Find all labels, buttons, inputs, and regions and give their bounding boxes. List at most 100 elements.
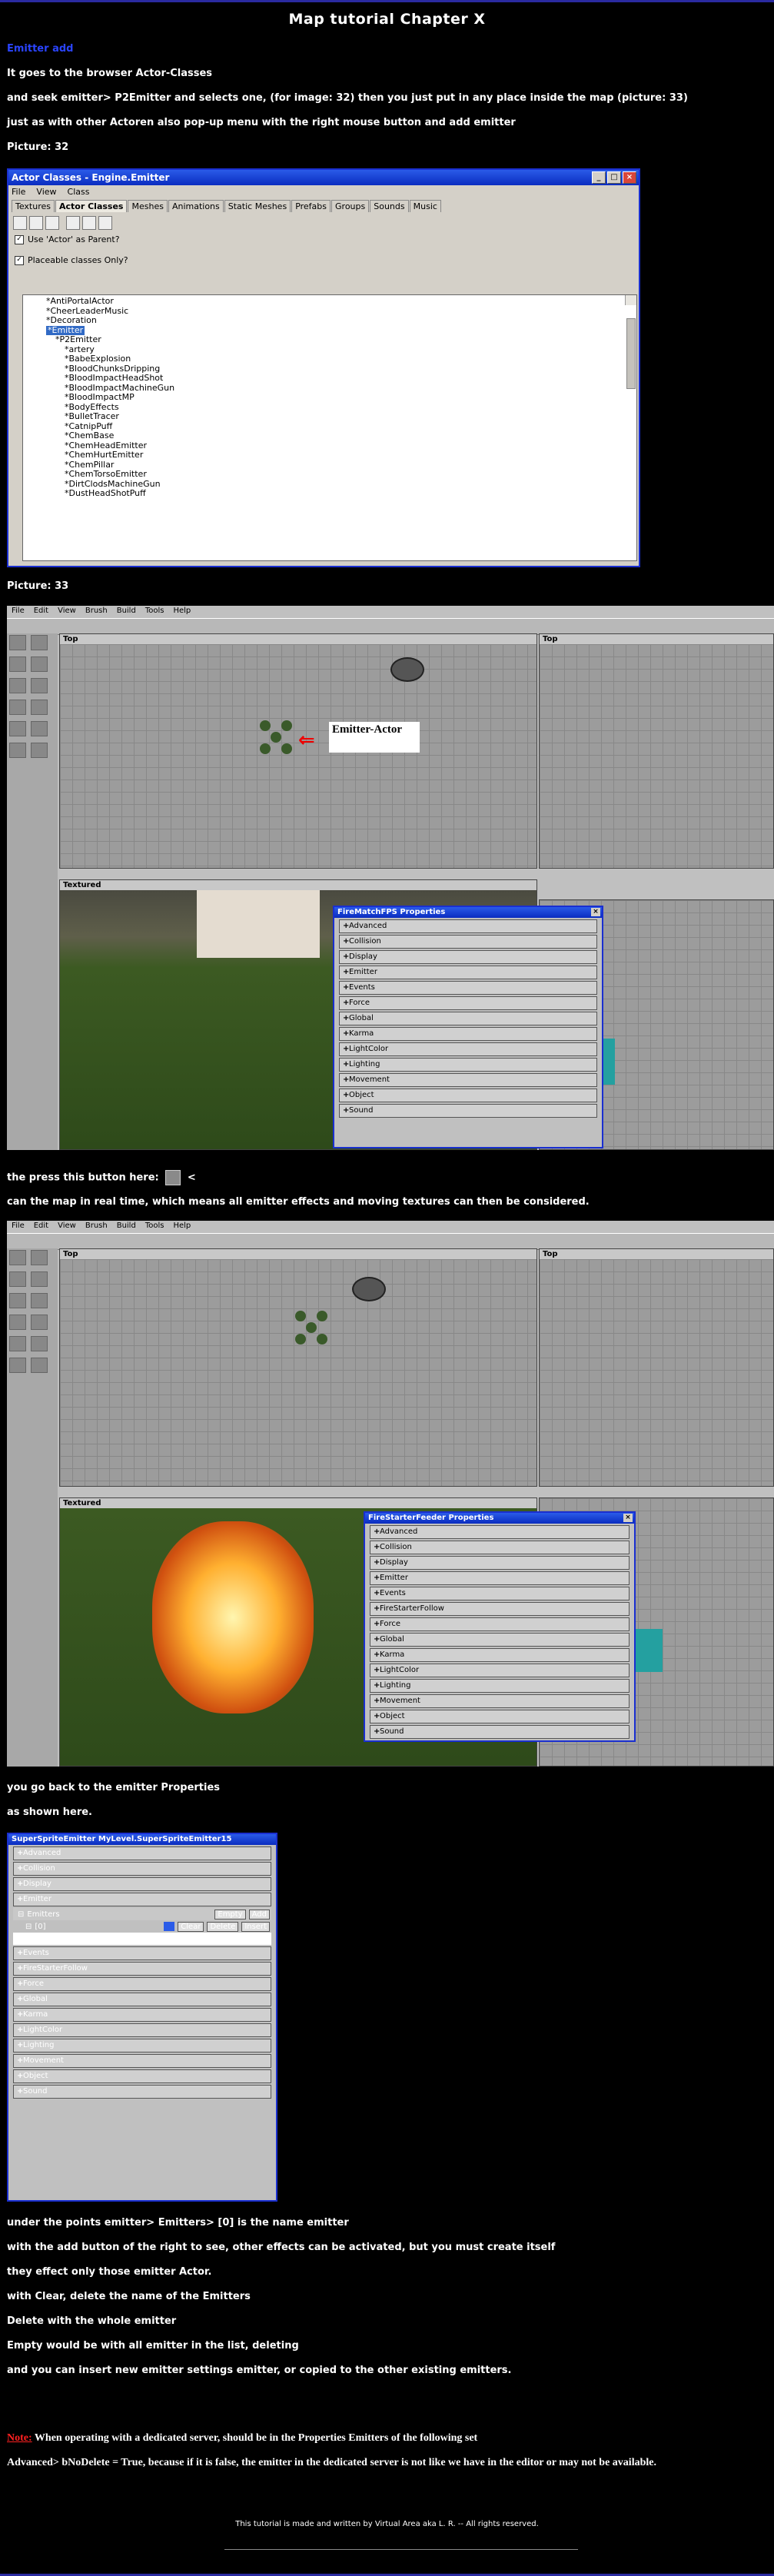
collapse-icon[interactable]: ⊟ bbox=[18, 1910, 24, 1919]
expand-icon[interactable]: + bbox=[374, 1695, 380, 1707]
expand-icon[interactable]: + bbox=[343, 1059, 349, 1071]
tab-sounds[interactable]: Sounds bbox=[370, 200, 409, 212]
class-tree-item[interactable]: *BulletTracer bbox=[46, 411, 636, 422]
empty-button[interactable]: Empty bbox=[214, 1909, 246, 1920]
property-category-row[interactable]: +LightColor bbox=[370, 1664, 629, 1677]
emitter-value-field[interactable]: SuperSpriteEmitter MyLevel.SuperSpriteEm… bbox=[13, 1933, 271, 1945]
expand-icon[interactable]: + bbox=[374, 1572, 380, 1584]
expand-icon[interactable]: + bbox=[374, 1726, 380, 1738]
expand-icon[interactable]: + bbox=[343, 997, 349, 1009]
class-tree-item[interactable]: *P2Emitter bbox=[46, 334, 636, 345]
class-tree-scrollbar[interactable] bbox=[625, 295, 636, 389]
property-category-row[interactable]: +Karma bbox=[339, 1027, 597, 1041]
property-category-row[interactable]: +LightColor bbox=[13, 2023, 271, 2037]
expand-icon[interactable]: + bbox=[17, 2086, 23, 2098]
class-tree-item[interactable]: *AntiPortalActor bbox=[46, 296, 636, 307]
dropdown-icon[interactable] bbox=[164, 1922, 175, 1931]
use-actor-parent-checkbox[interactable]: ✓ bbox=[15, 234, 24, 244]
class-tree-item[interactable]: *CatnipPuff bbox=[46, 421, 636, 432]
collapse-icon[interactable]: ⊟ bbox=[25, 1923, 32, 1931]
expand-icon[interactable]: + bbox=[374, 1680, 380, 1692]
expand-icon[interactable]: + bbox=[374, 1649, 380, 1661]
editor2-menu-edit[interactable]: Edit bbox=[34, 1222, 48, 1232]
property-category-row[interactable]: +Movement bbox=[13, 2054, 271, 2068]
editor2-menu-help[interactable]: Help bbox=[173, 1222, 191, 1232]
property-category-row[interactable]: +Display bbox=[370, 1556, 629, 1570]
open-icon[interactable] bbox=[13, 216, 27, 230]
expand-icon[interactable]: + bbox=[374, 1541, 380, 1554]
editor1-menu-file[interactable]: File bbox=[12, 607, 25, 617]
property-category-row[interactable]: +Karma bbox=[13, 2008, 271, 2022]
expand-icon[interactable]: + bbox=[343, 1012, 349, 1025]
expand-icon[interactable]: + bbox=[374, 1664, 380, 1677]
property-category-row[interactable]: +Sound bbox=[13, 2085, 271, 2099]
property-category-row[interactable]: +Lighting bbox=[13, 2039, 271, 2052]
expand-icon[interactable]: + bbox=[374, 1618, 380, 1630]
expand-icon[interactable]: + bbox=[343, 982, 349, 994]
expand-icon[interactable]: + bbox=[17, 1878, 23, 1890]
load-icon[interactable] bbox=[45, 216, 59, 230]
editor1-menu-edit[interactable]: Edit bbox=[34, 607, 48, 617]
menu-view[interactable]: View bbox=[36, 187, 56, 197]
class-tree-item[interactable]: *CheerLeaderMusic bbox=[46, 306, 636, 317]
property-category-row[interactable]: +Collision bbox=[370, 1541, 629, 1554]
property-category-row[interactable]: +Force bbox=[13, 1977, 271, 1991]
property-category-row[interactable]: +Advanced bbox=[339, 919, 597, 933]
expand-icon[interactable]: + bbox=[343, 1028, 349, 1040]
close-icon[interactable]: × bbox=[591, 908, 600, 916]
property-category-row[interactable]: +Global bbox=[13, 1993, 271, 2006]
compile-icon[interactable] bbox=[98, 216, 112, 230]
placeable-only-checkbox[interactable]: ✓ bbox=[15, 255, 24, 265]
property-category-row[interactable]: +Lighting bbox=[339, 1058, 597, 1072]
class-tree-item[interactable]: *ChemBase bbox=[46, 430, 636, 441]
expand-icon[interactable]: + bbox=[17, 2024, 23, 2036]
editor2-menu-view[interactable]: View bbox=[58, 1222, 76, 1232]
menu-class[interactable]: Class bbox=[68, 187, 90, 197]
expand-icon[interactable]: + bbox=[343, 920, 349, 932]
emitter-index-row[interactable]: ⊟ [0] Clear Delete Insert bbox=[13, 1920, 271, 1933]
editor1-menu-tools[interactable]: Tools bbox=[145, 607, 164, 617]
expand-icon[interactable]: + bbox=[374, 1603, 380, 1615]
editor1-menu-help[interactable]: Help bbox=[173, 607, 191, 617]
close-icon[interactable]: × bbox=[623, 171, 636, 184]
property-category-row[interactable]: +Emitter bbox=[13, 1893, 271, 1906]
expand-icon[interactable]: + bbox=[343, 1074, 349, 1086]
expand-icon[interactable]: + bbox=[374, 1587, 380, 1600]
editor2-menu-build[interactable]: Build bbox=[117, 1222, 136, 1232]
expand-icon[interactable]: + bbox=[343, 1089, 349, 1102]
property-category-row[interactable]: +Emitter bbox=[339, 966, 597, 979]
property-category-row[interactable]: +Collision bbox=[13, 1862, 271, 1876]
class-tree-item[interactable]: *BloodImpactHeadShot bbox=[46, 373, 636, 384]
expand-icon[interactable]: + bbox=[17, 1993, 23, 2006]
tab-prefabs[interactable]: Prefabs bbox=[291, 200, 331, 212]
viewport2-top-left[interactable]: Top bbox=[59, 1248, 537, 1487]
placeable-only-option[interactable]: ✓ Placeable classes Only? bbox=[8, 253, 639, 268]
property-category-row[interactable]: +Sound bbox=[370, 1725, 629, 1739]
tab-static-meshes[interactable]: Static Meshes bbox=[224, 200, 291, 212]
expand-icon[interactable]: + bbox=[17, 1863, 23, 1875]
viewport2-top-right[interactable]: Top bbox=[539, 1248, 774, 1487]
expand-icon[interactable]: + bbox=[17, 1963, 23, 1975]
property-category-row[interactable]: +Advanced bbox=[13, 1846, 271, 1860]
property-category-row[interactable]: +LightColor bbox=[339, 1042, 597, 1056]
expand-icon[interactable]: + bbox=[17, 1978, 23, 1990]
class-tree-item[interactable]: *BloodImpactMP bbox=[46, 392, 636, 403]
tab-textures[interactable]: Textures bbox=[12, 200, 55, 212]
expand-icon[interactable]: + bbox=[343, 966, 349, 979]
property-category-row[interactable]: +Events bbox=[370, 1587, 629, 1600]
expand-icon[interactable]: + bbox=[374, 1526, 380, 1538]
expand-icon[interactable]: + bbox=[17, 2039, 23, 2052]
property-category-row[interactable]: +Object bbox=[370, 1710, 629, 1723]
minimize-icon[interactable]: _ bbox=[592, 171, 606, 184]
property-category-row[interactable]: +FireStarterFollow bbox=[370, 1602, 629, 1616]
tab-meshes[interactable]: Meshes bbox=[128, 200, 168, 212]
editor2-menu-tools[interactable]: Tools bbox=[145, 1222, 164, 1232]
property-category-row[interactable]: +Emitter bbox=[370, 1571, 629, 1585]
emitter-actor-icon[interactable] bbox=[260, 720, 294, 754]
property-category-row[interactable]: +Movement bbox=[370, 1694, 629, 1708]
property-category-row[interactable]: +Object bbox=[13, 2069, 271, 2083]
class-tree-item[interactable]: *BodyEffects bbox=[46, 402, 636, 413]
emitters-array-row[interactable]: ⊟ Emitters Empty Add bbox=[13, 1908, 271, 1920]
editor2-tool-palette[interactable] bbox=[7, 1248, 58, 1767]
property-category-row[interactable]: +Sound bbox=[339, 1104, 597, 1118]
